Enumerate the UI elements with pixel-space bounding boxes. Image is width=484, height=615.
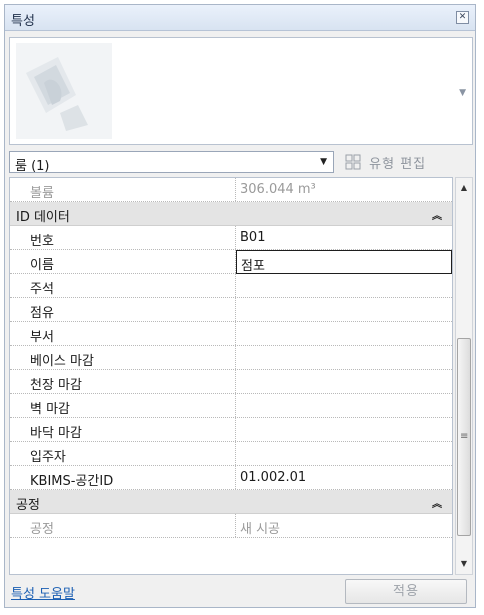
property-label: 공정 (10, 514, 236, 537)
collapse-icon[interactable]: ︽ (432, 495, 442, 510)
property-row-occupant[interactable]: 입주자 (10, 442, 452, 466)
scroll-up-icon[interactable]: ▲ (456, 180, 472, 196)
property-value[interactable] (236, 322, 452, 345)
scrollbar-thumb[interactable]: ≡ (457, 338, 471, 536)
property-value: 새 시공 (240, 522, 281, 537)
property-row-department[interactable]: 부서 (10, 322, 452, 346)
property-label: 바닥 마감 (10, 418, 236, 441)
instance-filter-select[interactable]: 룸 (1) ▼ (9, 151, 334, 174)
property-label: 볼륨 (10, 178, 236, 201)
type-bar: 룸 (1) ▼ 유형 편집 (9, 151, 473, 175)
property-row-kbims-space-id[interactable]: KBIMS-공간ID 01.002.01 (10, 466, 452, 490)
grip-icon: ≡ (460, 431, 469, 442)
property-row-ceiling-finish[interactable]: 천장 마감 (10, 370, 452, 394)
property-row-occupancy[interactable]: 점유 (10, 298, 452, 322)
collapse-icon[interactable]: ︽ (432, 207, 442, 222)
vertical-scrollbar[interactable]: ▲ ≡ ▼ (455, 177, 473, 575)
property-row-base-finish[interactable]: 베이스 마감 (10, 346, 452, 370)
property-value[interactable] (236, 298, 452, 321)
group-label: ID 데이터 (16, 210, 70, 225)
edit-type-button[interactable]: 유형 편집 (345, 151, 426, 173)
property-label: 번호 (10, 226, 236, 249)
property-value[interactable] (236, 370, 452, 393)
apply-button[interactable]: 적용 (345, 579, 467, 604)
property-label: 이름 (10, 250, 236, 273)
palette-title: 특성 (11, 14, 35, 29)
instance-filter-value: 룸 (1) (15, 159, 50, 174)
palette-footer: 특성 도움말 적용 (5, 577, 475, 607)
property-row-comments[interactable]: 주석 (10, 274, 452, 298)
property-row-number[interactable]: 번호 B01 (10, 226, 452, 250)
property-value[interactable]: 01.002.01 (236, 466, 452, 489)
property-label: 부서 (10, 322, 236, 345)
chevron-down-icon[interactable]: ▼ (320, 157, 327, 167)
property-value[interactable] (236, 346, 452, 369)
type-preview[interactable]: ▼ (9, 37, 473, 145)
property-label: 입주자 (10, 442, 236, 465)
property-row-floor-finish[interactable]: 바닥 마감 (10, 418, 452, 442)
preview-dropdown-icon[interactable]: ▼ (459, 88, 466, 98)
property-value[interactable] (236, 274, 452, 297)
property-row-phase: 공정 새 시공 (10, 514, 452, 538)
group-header-id-data[interactable]: ID 데이터 ︽ (10, 202, 452, 226)
property-value[interactable] (236, 442, 452, 465)
properties-help-link[interactable]: 특성 도움말 (11, 583, 75, 602)
group-label: 공정 (16, 498, 40, 513)
property-row-name[interactable]: 이름 점포 (10, 250, 452, 274)
property-label: 점유 (10, 298, 236, 321)
property-row-wall-finish[interactable]: 벽 마감 (10, 394, 452, 418)
palette-titlebar[interactable]: 특성 ✕ (5, 5, 475, 31)
close-icon[interactable]: ✕ (456, 11, 469, 24)
property-label: KBIMS-공간ID (10, 466, 236, 489)
scroll-down-icon[interactable]: ▼ (456, 556, 472, 572)
room-thumbnail (16, 43, 112, 139)
property-label: 벽 마감 (10, 394, 236, 417)
property-row-volume: 볼륨 306.044 m³ (10, 178, 452, 202)
property-label: 베이스 마감 (10, 346, 236, 369)
property-label: 주석 (10, 274, 236, 297)
property-value[interactable] (236, 394, 452, 417)
property-value: 306.044 m³ (240, 182, 316, 197)
edit-type-label: 유형 편집 (369, 157, 427, 172)
properties-grid: 볼륨 306.044 m³ ID 데이터 ︽ 번호 B01 이름 점포 주석 점… (9, 177, 453, 575)
group-header-phasing[interactable]: 공정 ︽ (10, 490, 452, 514)
properties-palette: 특성 ✕ ▼ 룸 (1) ▼ 유형 편집 볼륨 306.044 m³ ID 데이… (4, 4, 476, 608)
property-value[interactable] (236, 418, 452, 441)
property-value-input[interactable]: 점포 (236, 250, 452, 274)
property-label: 천장 마감 (10, 370, 236, 393)
edit-type-icon (345, 154, 361, 170)
property-value[interactable]: B01 (236, 226, 452, 249)
